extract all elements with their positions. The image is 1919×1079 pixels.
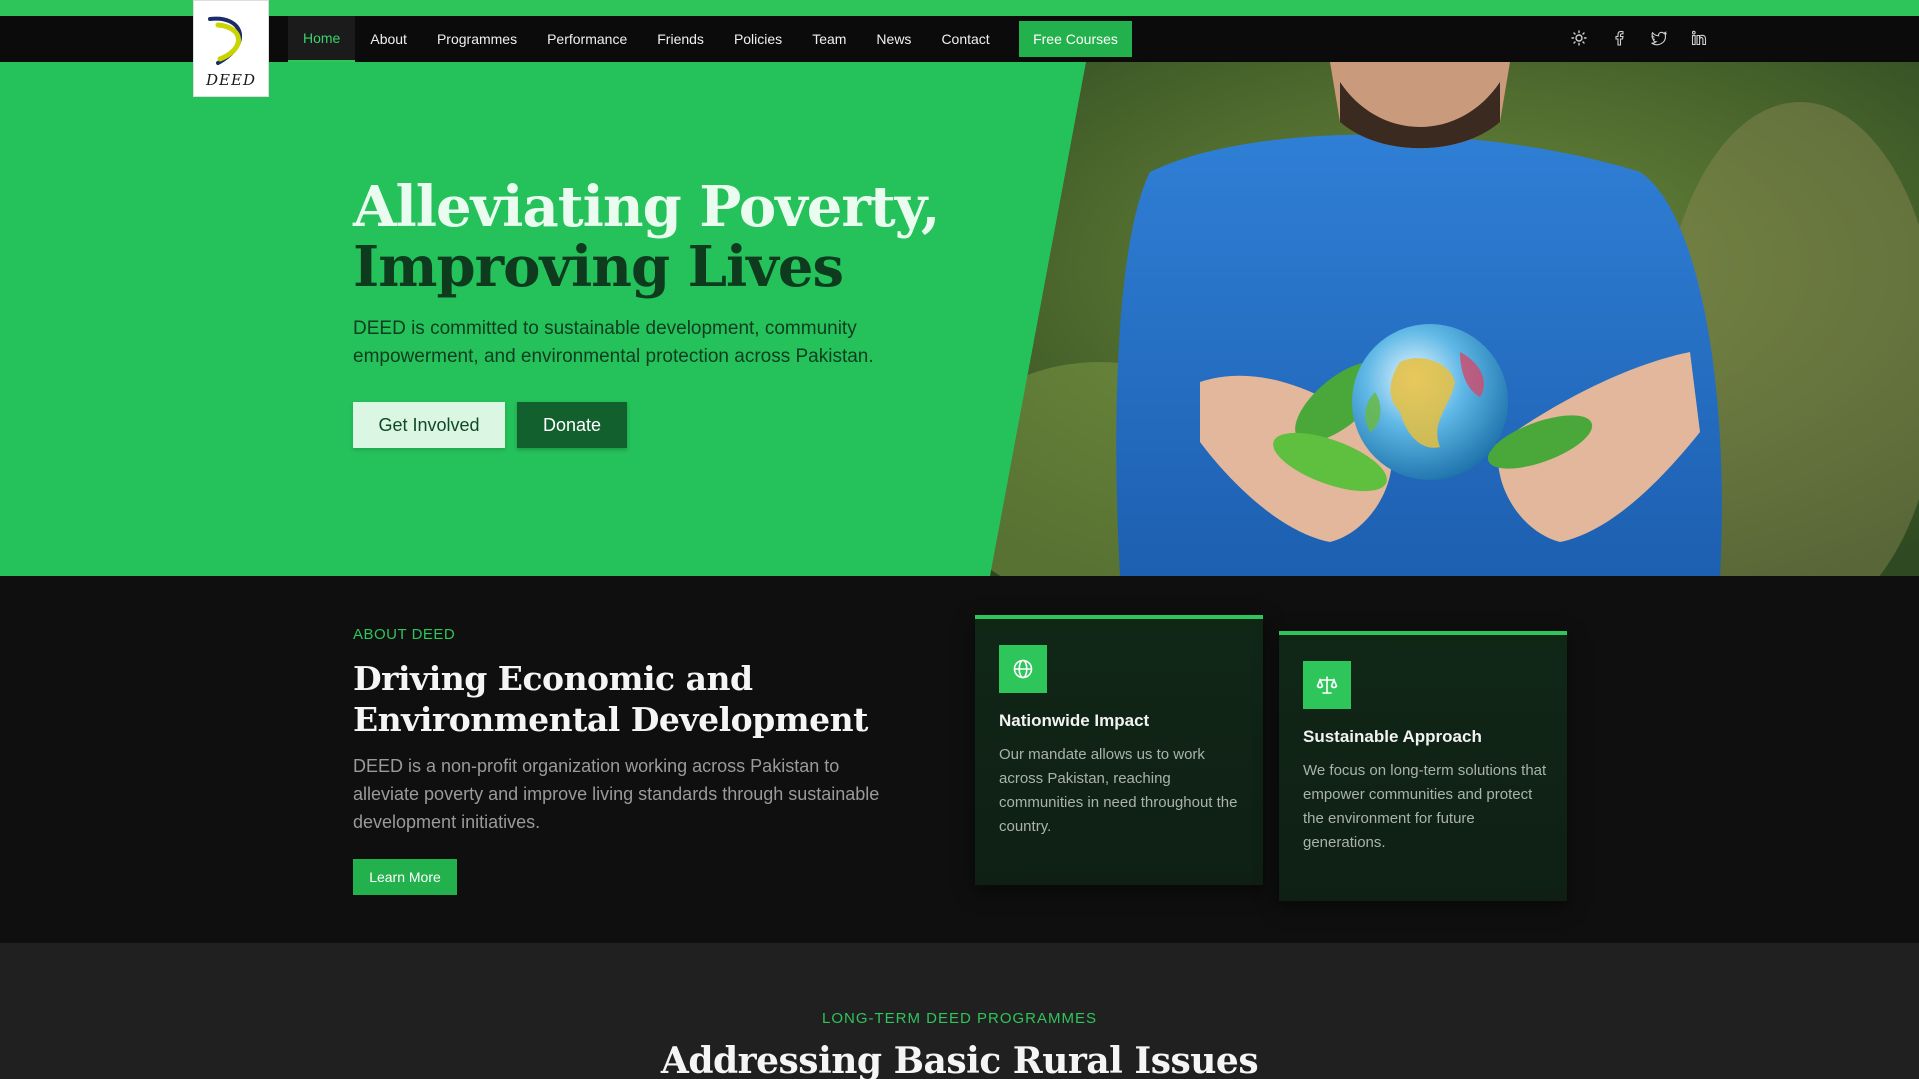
feature-card-nationwide: Nationwide Impact Our mandate allows us … xyxy=(975,615,1263,885)
feature-card-sustainable: Sustainable Approach We focus on long-te… xyxy=(1279,631,1567,901)
card-text: Our mandate allows us to work across Pak… xyxy=(999,746,1238,835)
free-courses-button[interactable]: Free Courses xyxy=(1019,21,1132,57)
learn-more-button[interactable]: Learn More xyxy=(353,859,457,895)
main-nav: Home About Programmes Performance Friend… xyxy=(288,16,1005,62)
nav-item-policies[interactable]: Policies xyxy=(719,16,797,62)
nav-item-friends[interactable]: Friends xyxy=(642,16,719,62)
logo-mark-icon xyxy=(208,16,242,65)
nav-item-about[interactable]: About xyxy=(355,16,422,62)
hero-title: Alleviating Poverty, Improving Lives xyxy=(353,174,940,300)
hero-subtitle: DEED is committed to sustainable develop… xyxy=(353,318,874,367)
nav-item-team[interactable]: Team xyxy=(797,16,861,62)
hero-section: Alleviating Poverty, Improving Lives DEE… xyxy=(0,62,1919,576)
twitter-icon[interactable] xyxy=(1648,25,1670,51)
facebook-icon[interactable] xyxy=(1608,25,1630,51)
about-title: Driving Economic and Environmental Devel… xyxy=(353,659,868,739)
scale-icon xyxy=(1303,661,1351,709)
about-section: ABOUT DEED Driving Economic and Environm… xyxy=(0,576,1919,943)
about-text: DEED is a non-profit organization workin… xyxy=(353,756,880,832)
sun-icon[interactable] xyxy=(1568,25,1590,51)
nav-item-home[interactable]: Home xyxy=(288,16,356,62)
nav-icon-group xyxy=(1568,25,1710,51)
card-text: We focus on long-term solutions that emp… xyxy=(1303,762,1547,851)
card-title: Nationwide Impact xyxy=(999,711,1150,730)
hero-title-line1: Alleviating Poverty, xyxy=(353,174,940,240)
hero-title-line2: Improving Lives xyxy=(353,234,844,300)
top-accent-strip xyxy=(0,0,1919,16)
nav-item-programmes[interactable]: Programmes xyxy=(422,16,532,62)
get-involved-button[interactable]: Get Involved xyxy=(353,402,505,448)
nav-item-performance[interactable]: Performance xyxy=(532,16,642,62)
programmes-kicker: LONG-TERM DEED PROGRAMMES xyxy=(821,1010,1098,1027)
nav-item-news[interactable]: News xyxy=(861,16,926,62)
donate-button[interactable]: Donate xyxy=(517,402,627,448)
nav-item-contact[interactable]: Contact xyxy=(926,16,1004,62)
card-title: Sustainable Approach xyxy=(1303,727,1482,746)
logo[interactable]: DEED xyxy=(193,0,269,97)
programmes-section: LONG-TERM DEED PROGRAMMES Addressing Bas… xyxy=(0,943,1919,1079)
linkedin-icon[interactable] xyxy=(1688,25,1710,51)
programmes-title: Addressing Basic Rural Issues xyxy=(660,1040,1259,1079)
globe-icon xyxy=(999,645,1047,693)
logo-text: DEED xyxy=(206,71,256,89)
about-kicker: ABOUT DEED xyxy=(353,626,456,643)
